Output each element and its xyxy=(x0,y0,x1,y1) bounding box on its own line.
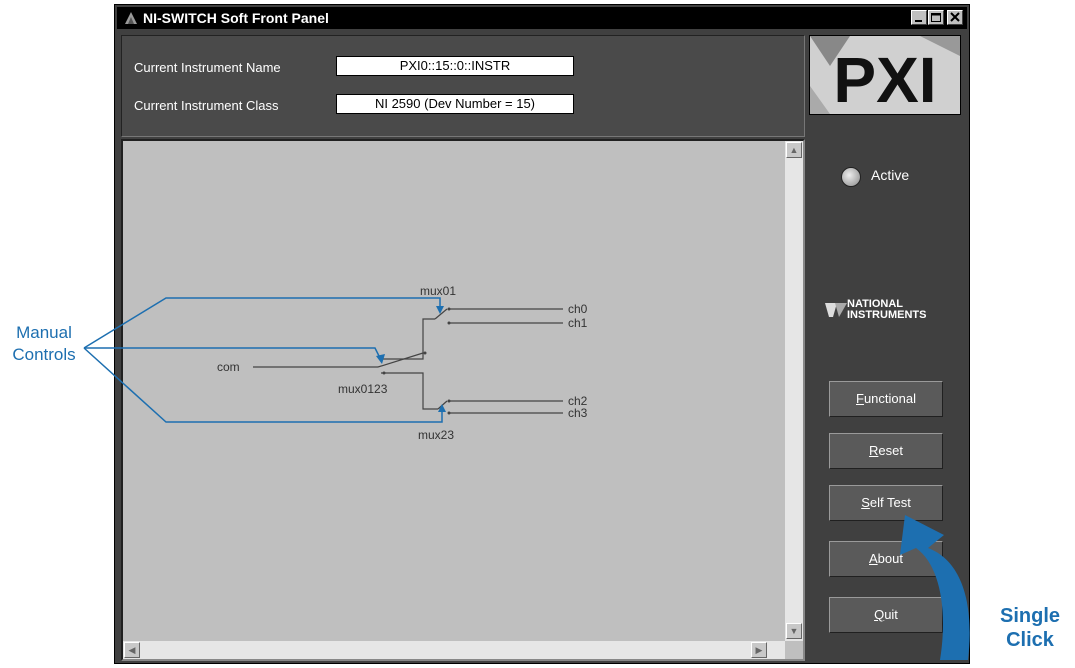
instrument-name-field: PXI0::15::0::INSTR xyxy=(336,56,574,76)
pxi-logo: PXI xyxy=(809,35,961,116)
scroll-right-arrow[interactable]: ▶ xyxy=(751,642,767,658)
scroll-up-arrow[interactable]: ▲ xyxy=(786,142,802,158)
title-bar[interactable]: NI-SWITCH Soft Front Panel xyxy=(117,7,967,29)
single-click-line2: Click xyxy=(1006,629,1054,651)
ni-logo-line2: INSTRUMENTS xyxy=(847,309,927,321)
com-label: com xyxy=(217,360,240,374)
active-status-label: Active xyxy=(871,167,910,183)
maximize-icon xyxy=(931,13,941,22)
mux0123-switch[interactable] xyxy=(377,352,424,368)
self-test-hotkey: S xyxy=(861,495,870,510)
minimize-icon xyxy=(915,20,922,22)
pxi-logo-text: PXI xyxy=(833,44,936,114)
mux01-label: mux01 xyxy=(420,284,456,298)
app-icon xyxy=(125,12,137,24)
about-button[interactable]: About xyxy=(829,541,943,577)
instrument-class-field: NI 2590 (Dev Number = 15) xyxy=(336,94,574,114)
mux01-switch[interactable] xyxy=(434,308,448,320)
vertical-scrollbar[interactable]: ▲ ▼ xyxy=(785,141,803,641)
reset-button[interactable]: Reset xyxy=(829,433,943,469)
instrument-name-label: Current Instrument Name xyxy=(134,60,281,75)
ch0-label: ch0 xyxy=(568,302,588,316)
functional-hotkey: F xyxy=(856,391,864,406)
scroll-left-arrow[interactable]: ◀ xyxy=(124,642,140,658)
about-button-label: bout xyxy=(877,551,903,566)
switch-diagram-area: com mux0123 mux01 ch0 ch1 ch2 ch3 mux23 xyxy=(121,139,805,661)
scroll-down-arrow[interactable]: ▼ xyxy=(786,623,802,639)
close-button[interactable] xyxy=(947,10,963,25)
self-test-button-label: elf Test xyxy=(869,495,911,510)
functional-button[interactable]: Functional xyxy=(829,381,943,417)
reset-hotkey: R xyxy=(869,443,879,458)
ni-logo-icon xyxy=(825,303,847,317)
window-title: NI-SWITCH Soft Front Panel xyxy=(143,10,329,26)
quit-button-label: uit xyxy=(884,607,898,622)
ch3-label: ch3 xyxy=(568,406,588,420)
self-test-button[interactable]: Self Test xyxy=(829,485,943,521)
mux0123-lower-wire xyxy=(381,372,438,410)
about-hotkey: A xyxy=(869,551,878,566)
close-icon xyxy=(950,12,960,22)
soft-front-panel-window: NI-SWITCH Soft Front Panel Current Instr… xyxy=(114,4,970,664)
mux0123-contact-a xyxy=(423,351,427,355)
side-panel: Active NATIONAL INSTRUMENTS Functional R… xyxy=(809,117,961,657)
reset-button-label: eset xyxy=(878,443,903,458)
instrument-info-panel: Current Instrument Name PXI0::15::0::INS… xyxy=(121,35,805,137)
minimize-button[interactable] xyxy=(911,10,927,25)
national-instruments-logo: NATIONAL INSTRUMENTS xyxy=(825,299,927,321)
quit-hotkey: Q xyxy=(874,607,885,622)
horizontal-scrollbar[interactable]: ◀ ▶ xyxy=(123,641,785,659)
functional-button-label: unctional xyxy=(863,391,916,406)
single-click-line1: Single xyxy=(999,605,1060,627)
instrument-class-label: Current Instrument Class xyxy=(134,98,279,113)
ch1-label: ch1 xyxy=(568,316,588,330)
mux0123-upper-wire xyxy=(381,318,435,360)
mux0123-label: mux0123 xyxy=(338,382,388,396)
active-indicator-icon xyxy=(841,167,861,187)
quit-button[interactable]: Quit xyxy=(829,597,943,633)
manual-controls-line1: Manual xyxy=(16,323,72,342)
pxi-logo-graphic: PXI xyxy=(810,36,960,116)
manual-controls-line2: Controls xyxy=(12,345,76,364)
mux23-label: mux23 xyxy=(418,428,454,442)
maximize-button[interactable] xyxy=(928,10,944,25)
switch-diagram: com mux0123 mux01 ch0 ch1 ch2 ch3 mux23 xyxy=(217,284,588,442)
mux23-switch[interactable] xyxy=(437,400,448,410)
manual-controls-annotation: Manual Controls xyxy=(4,322,84,366)
single-click-annotation: Single Click xyxy=(990,604,1070,652)
